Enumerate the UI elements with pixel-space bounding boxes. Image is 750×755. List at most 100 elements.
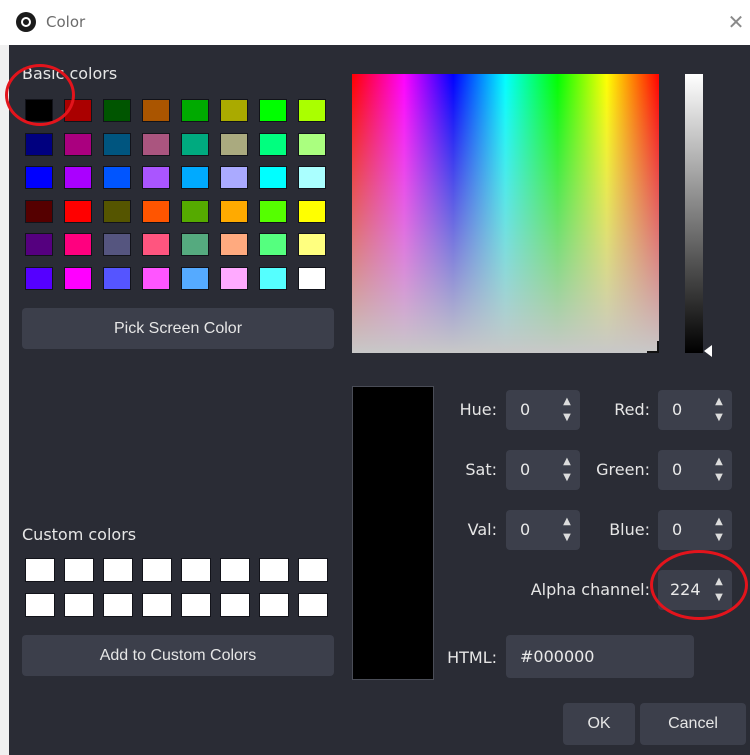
blue-spinbox[interactable]: 0 ▲ ▼ [658, 510, 732, 550]
basic-color-swatch[interactable] [298, 233, 326, 256]
basic-color-swatch[interactable] [181, 166, 209, 189]
basic-color-swatch[interactable] [220, 99, 248, 122]
basic-color-swatch[interactable] [259, 99, 287, 122]
green-spinbox[interactable]: 0 ▲ ▼ [658, 450, 732, 490]
basic-color-swatch[interactable] [259, 266, 287, 290]
red-spinbox[interactable]: 0 ▲ ▼ [658, 390, 732, 430]
basic-color-swatch[interactable] [220, 233, 248, 256]
basic-color-swatch[interactable] [259, 166, 287, 189]
custom-color-swatch[interactable] [259, 558, 289, 582]
basic-color-swatch[interactable] [220, 132, 248, 156]
custom-color-swatch[interactable] [25, 593, 55, 617]
down-arrow-icon[interactable]: ▼ [712, 590, 726, 606]
basic-color-swatch[interactable] [103, 132, 131, 156]
custom-color-swatch[interactable] [220, 558, 250, 582]
down-arrow-icon[interactable]: ▼ [712, 530, 726, 546]
basic-color-swatch[interactable] [103, 166, 131, 189]
basic-color-swatch[interactable] [64, 233, 92, 256]
cancel-button[interactable]: Cancel [640, 703, 746, 745]
basic-color-swatch[interactable] [142, 99, 170, 122]
custom-color-swatch[interactable] [220, 593, 250, 617]
basic-color-swatch[interactable] [220, 166, 248, 189]
html-color-input[interactable] [506, 635, 694, 678]
basic-color-swatch[interactable] [298, 266, 326, 290]
basic-color-swatch[interactable] [103, 99, 131, 122]
val-value: 0 [520, 520, 531, 539]
hue-value: 0 [520, 400, 531, 419]
luminance-slider-handle[interactable] [704, 345, 712, 357]
basic-color-swatch[interactable] [64, 266, 92, 290]
basic-color-swatch[interactable] [25, 233, 53, 256]
luminance-slider[interactable] [685, 74, 703, 353]
basic-color-swatch[interactable] [142, 166, 170, 189]
basic-color-swatch[interactable] [298, 132, 326, 156]
basic-colors-label: Basic colors [22, 64, 118, 83]
custom-color-swatch[interactable] [181, 593, 211, 617]
basic-color-swatch[interactable] [220, 199, 248, 223]
basic-color-swatch[interactable] [25, 99, 53, 122]
alpha-channel-spinbox[interactable]: 224 ▲ ▼ [658, 570, 732, 610]
alpha-spinbox-arrows[interactable]: ▲ ▼ [712, 572, 726, 608]
custom-color-swatch[interactable] [64, 558, 94, 582]
up-arrow-icon[interactable]: ▲ [712, 574, 726, 590]
hue-label: Hue: [459, 400, 497, 419]
basic-color-swatch[interactable] [25, 199, 53, 223]
custom-color-swatch[interactable] [259, 593, 289, 617]
basic-color-swatch[interactable] [25, 166, 53, 189]
custom-color-swatch[interactable] [103, 558, 133, 582]
basic-color-swatch[interactable] [103, 266, 131, 290]
basic-color-swatch[interactable] [103, 233, 131, 256]
title-bar: Color ✕ [0, 0, 750, 45]
up-arrow-icon[interactable]: ▲ [712, 454, 726, 470]
basic-color-swatch[interactable] [103, 199, 131, 223]
custom-color-swatch[interactable] [64, 593, 94, 617]
basic-color-swatch[interactable] [220, 266, 248, 290]
basic-color-swatch[interactable] [181, 233, 209, 256]
basic-color-swatch[interactable] [64, 166, 92, 189]
custom-color-swatch[interactable] [181, 558, 211, 582]
up-arrow-icon[interactable]: ▲ [712, 394, 726, 410]
custom-color-swatch[interactable] [25, 558, 55, 582]
red-spinbox-arrows[interactable]: ▲ ▼ [712, 392, 726, 428]
basic-color-swatch[interactable] [142, 233, 170, 256]
basic-color-swatch[interactable] [25, 132, 53, 156]
basic-color-swatch[interactable] [181, 99, 209, 122]
basic-color-swatch[interactable] [64, 199, 92, 223]
obs-logo-icon [16, 12, 36, 32]
hue-saturation-picker[interactable] [352, 74, 659, 353]
basic-color-swatch[interactable] [181, 199, 209, 223]
down-arrow-icon[interactable]: ▼ [712, 470, 726, 486]
custom-color-swatch[interactable] [103, 593, 133, 617]
basic-color-swatch[interactable] [298, 99, 326, 122]
blue-value: 0 [672, 520, 683, 539]
basic-color-swatch[interactable] [64, 132, 92, 156]
basic-color-swatch[interactable] [142, 199, 170, 223]
basic-color-swatch[interactable] [298, 199, 326, 223]
basic-color-swatch[interactable] [142, 132, 170, 156]
basic-color-swatch[interactable] [142, 266, 170, 290]
basic-color-swatch[interactable] [25, 266, 53, 290]
basic-color-swatch[interactable] [64, 99, 92, 122]
add-to-custom-colors-button[interactable]: Add to Custom Colors [22, 635, 334, 676]
basic-color-swatch[interactable] [259, 233, 287, 256]
html-label: HTML: [447, 648, 497, 667]
pick-screen-color-button[interactable]: Pick Screen Color [22, 308, 334, 349]
custom-color-swatch[interactable] [142, 558, 172, 582]
window-title: Color [46, 13, 86, 31]
custom-color-swatch[interactable] [298, 593, 328, 617]
basic-color-swatch[interactable] [298, 166, 326, 189]
up-arrow-icon[interactable]: ▲ [712, 514, 726, 530]
picker-crosshair [647, 341, 659, 353]
green-value: 0 [672, 460, 683, 479]
basic-color-swatch[interactable] [181, 266, 209, 290]
blue-spinbox-arrows[interactable]: ▲ ▼ [712, 512, 726, 548]
basic-color-swatch[interactable] [181, 132, 209, 156]
green-spinbox-arrows[interactable]: ▲ ▼ [712, 452, 726, 488]
basic-color-swatch[interactable] [259, 199, 287, 223]
down-arrow-icon[interactable]: ▼ [712, 410, 726, 426]
custom-color-swatch[interactable] [298, 558, 328, 582]
close-icon[interactable]: ✕ [724, 10, 748, 34]
ok-button[interactable]: OK [563, 703, 635, 745]
custom-color-swatch[interactable] [142, 593, 172, 617]
basic-color-swatch[interactable] [259, 132, 287, 156]
